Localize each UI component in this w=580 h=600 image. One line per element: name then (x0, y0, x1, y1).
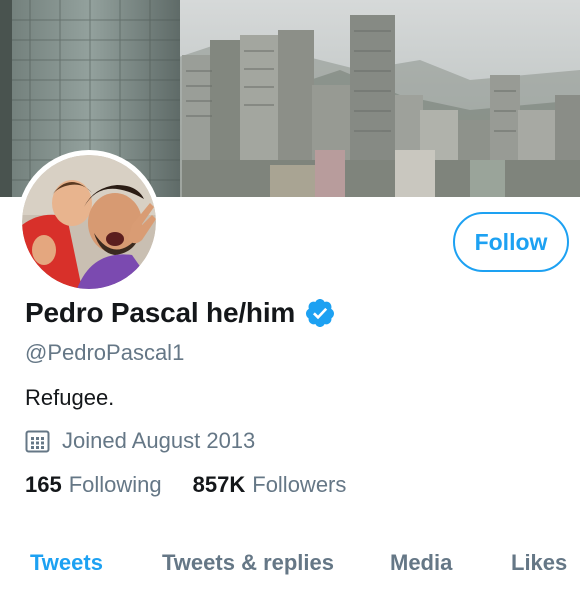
profile-bio: Refugee. (25, 385, 115, 410)
profile-tabs: Tweets Tweets & replies Media Likes (0, 540, 580, 586)
display-name-row: Pedro Pascal he/him (25, 297, 336, 329)
following-stat-link[interactable]: 165 Following (25, 472, 162, 498)
profile-avatar[interactable] (22, 155, 156, 289)
display-name: Pedro Pascal he/him (25, 297, 296, 328)
verified-badge-icon (304, 297, 336, 329)
following-label: Following (68, 472, 162, 497)
following-count: 165 (25, 472, 62, 497)
avatar-photo (22, 155, 156, 289)
follow-stats: 165 Following 857K Followers (25, 472, 346, 498)
tab-media[interactable]: Media (390, 540, 452, 586)
tab-tweets-and-replies[interactable]: Tweets & replies (162, 540, 334, 586)
profile-page: Follow Pedro Pascal he/him @PedroPascal1… (0, 0, 580, 600)
followers-stat-link[interactable]: 857K Followers (193, 472, 347, 498)
followers-count: 857K (192, 472, 246, 497)
followers-label: Followers (252, 472, 347, 497)
joined-date-text: Joined August 2013 (62, 428, 256, 453)
calendar-icon (25, 429, 50, 454)
tab-likes[interactable]: Likes (511, 540, 567, 586)
follow-button[interactable]: Follow (453, 212, 569, 272)
profile-handle: @PedroPascal1 (25, 340, 185, 365)
joined-date-row: Joined August 2013 (25, 428, 255, 454)
tab-tweets[interactable]: Tweets (30, 540, 103, 586)
